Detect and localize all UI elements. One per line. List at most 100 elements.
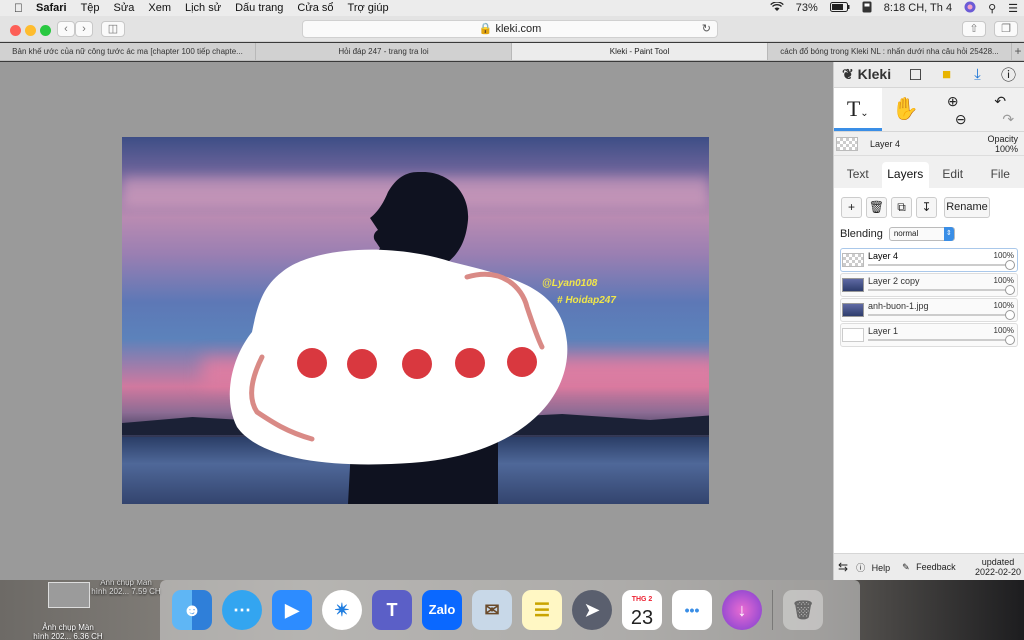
desktop-file-label-2[interactable]: Ảnh chụp Màn hình 202... 6.36 CH: [20, 623, 116, 640]
slider-knob[interactable]: [1005, 310, 1015, 320]
address-bar[interactable]: 🔒 kleki.com ↻: [302, 20, 718, 38]
menu-view[interactable]: Xem: [141, 2, 178, 14]
speech-blob: [229, 249, 568, 465]
input-source-icon[interactable]: [856, 1, 878, 16]
tab-layers[interactable]: Layers: [881, 162, 929, 188]
layer-item[interactable]: Layer 1 100%: [840, 323, 1018, 347]
new-file-icon[interactable]: ☐: [900, 66, 931, 84]
text-tool-icon[interactable]: T⌄: [834, 88, 882, 131]
search-icon[interactable]: ⚲: [982, 2, 1002, 15]
layers-panel: + 🗑 ⧉ ↧ Rename Blending normal ⇕ Layer 4…: [834, 188, 1024, 567]
apple-icon[interactable]: : [0, 1, 29, 15]
undo-icon[interactable]: ↶: [977, 92, 1024, 110]
close-window-icon[interactable]: [10, 25, 21, 36]
paint-canvas[interactable]: @Lyan0108 # Hoidap247: [122, 137, 709, 504]
open-folder-icon[interactable]: ■: [931, 66, 962, 83]
notes-icon[interactable]: ☰: [522, 590, 562, 630]
battery-icon[interactable]: [824, 1, 856, 15]
delete-layer-button[interactable]: 🗑: [866, 197, 887, 218]
browser-toolbar: ‹ › ◫ 🔒 kleki.com ↻ ⇧ ❐: [0, 16, 1024, 42]
new-tab-button[interactable]: +: [1012, 43, 1024, 60]
help-circle-icon[interactable]: ⓘ: [993, 64, 1024, 85]
menu-window[interactable]: Cửa sổ: [290, 2, 340, 14]
zoom-app-icon[interactable]: ▶: [272, 590, 312, 630]
add-layer-button[interactable]: +: [841, 197, 862, 218]
back-button[interactable]: ‹: [57, 21, 75, 37]
layer-item[interactable]: Layer 2 copy 100%: [840, 273, 1018, 297]
desktop-file-label-1[interactable]: Ảnh chụp Màn hình 202... 7.59 CH: [86, 578, 166, 596]
siri-icon[interactable]: [958, 1, 982, 16]
teams-icon[interactable]: T: [372, 590, 412, 630]
slider-knob[interactable]: [1005, 260, 1015, 270]
redo-icon[interactable]: ↷: [977, 110, 1024, 128]
layer-item[interactable]: anh-buon-1.jpg 100%: [840, 298, 1018, 322]
safari-icon[interactable]: ✴: [322, 590, 362, 630]
zoom-out-icon[interactable]: ⊖: [929, 110, 977, 128]
menu-help[interactable]: Trợ giúp: [341, 2, 396, 14]
menu-edit[interactable]: Sửa: [107, 2, 142, 14]
zoom-window-icon[interactable]: [40, 25, 51, 36]
menu-history[interactable]: Lịch sử: [178, 2, 228, 14]
launchpad-icon[interactable]: ➤: [572, 590, 612, 630]
layer-opacity-slider[interactable]: [868, 314, 1009, 316]
layer-opacity-slider[interactable]: [868, 339, 1009, 341]
tab-text[interactable]: Text: [834, 162, 882, 188]
control-center-icon[interactable]: ☰: [1002, 2, 1024, 15]
tab-edit[interactable]: Edit: [929, 162, 977, 188]
share-button[interactable]: ⇧: [962, 21, 986, 37]
zalo-icon[interactable]: Zalo: [422, 590, 462, 630]
layer-opacity: 100%: [993, 251, 1014, 260]
file-name: Ảnh chụp Màn: [42, 623, 94, 632]
blending-select[interactable]: normal ⇕: [888, 227, 955, 241]
menu-bookmarks[interactable]: Dấu trang: [228, 2, 290, 14]
tab-4[interactable]: cách đổ bóng trong Kleki NL : nhấn dưới …: [768, 43, 1012, 60]
updated-info: updated 2022-02-20: [971, 557, 1024, 577]
trash-icon[interactable]: 🗑: [783, 590, 823, 630]
layer-actions: + 🗑 ⧉ ↧ Rename: [834, 188, 1024, 218]
layer-opacity: 100%: [993, 326, 1014, 335]
menu-app-name[interactable]: Safari: [29, 2, 74, 14]
layer-thumb: [842, 278, 864, 292]
hand-tool-icon[interactable]: ✋: [882, 88, 930, 131]
tab-file[interactable]: File: [977, 162, 1024, 188]
feedback-button[interactable]: ✎ Feedback: [898, 562, 964, 573]
tab-overview-button[interactable]: ❐: [994, 21, 1018, 37]
layer-list: Layer 4 100% Layer 2 copy 100% anh-buon-…: [834, 248, 1024, 347]
slider-knob[interactable]: [1005, 285, 1015, 295]
tab-3-active[interactable]: Kleki - Paint Tool: [512, 43, 768, 60]
tab-2[interactable]: Hỏi đáp 247 - trang tra loi: [256, 43, 512, 60]
calendar-icon[interactable]: THG 2 23: [622, 590, 662, 630]
layer-item[interactable]: Layer 4 100%: [840, 248, 1018, 272]
layer-opacity-slider[interactable]: [868, 289, 1009, 291]
tab-1[interactable]: Bản khế ước của nữ công tước ác ma [chap…: [0, 43, 256, 60]
menu-file[interactable]: Tệp: [74, 2, 107, 14]
merge-layer-button[interactable]: ↧: [916, 197, 937, 218]
mail-icon[interactable]: ✉: [472, 590, 512, 630]
messages-icon[interactable]: ⋯: [222, 590, 262, 630]
rename-layer-button[interactable]: Rename: [944, 197, 990, 218]
help-button[interactable]: ⓘ Help: [852, 561, 898, 574]
sidebar-toggle-button[interactable]: ◫: [101, 21, 125, 37]
duplicate-layer-button[interactable]: ⧉: [891, 197, 912, 218]
forward-button[interactable]: ›: [75, 21, 93, 37]
wifi-icon[interactable]: [764, 0, 790, 15]
red-dot: [402, 349, 432, 379]
red-dot: [347, 349, 377, 379]
paint-workspace[interactable]: @Lyan0108 # Hoidap247: [0, 62, 833, 580]
download-icon[interactable]: ⤓: [962, 66, 993, 83]
reload-icon[interactable]: ↻: [702, 21, 711, 38]
desktop-screenshot-thumb[interactable]: [48, 582, 90, 608]
reminders-icon[interactable]: •••: [672, 590, 712, 630]
zoom-in-icon[interactable]: ⊕: [929, 92, 977, 110]
blending-label: Blending: [840, 228, 883, 240]
minimize-window-icon[interactable]: [25, 25, 36, 36]
layer-opacity-slider[interactable]: [868, 264, 1009, 266]
clock[interactable]: 8:18 CH, Th 4: [878, 2, 958, 14]
swap-icon[interactable]: ⇆: [834, 560, 852, 574]
history-controls: ↶ ↷: [977, 88, 1024, 131]
slider-knob[interactable]: [1005, 335, 1015, 345]
finder-icon[interactable]: ☻: [172, 590, 212, 630]
current-layer-bar[interactable]: Layer 4 Opacity 100%: [834, 132, 1024, 156]
layer-name: Layer 1: [868, 326, 899, 336]
installer-icon[interactable]: ↓: [722, 590, 762, 630]
